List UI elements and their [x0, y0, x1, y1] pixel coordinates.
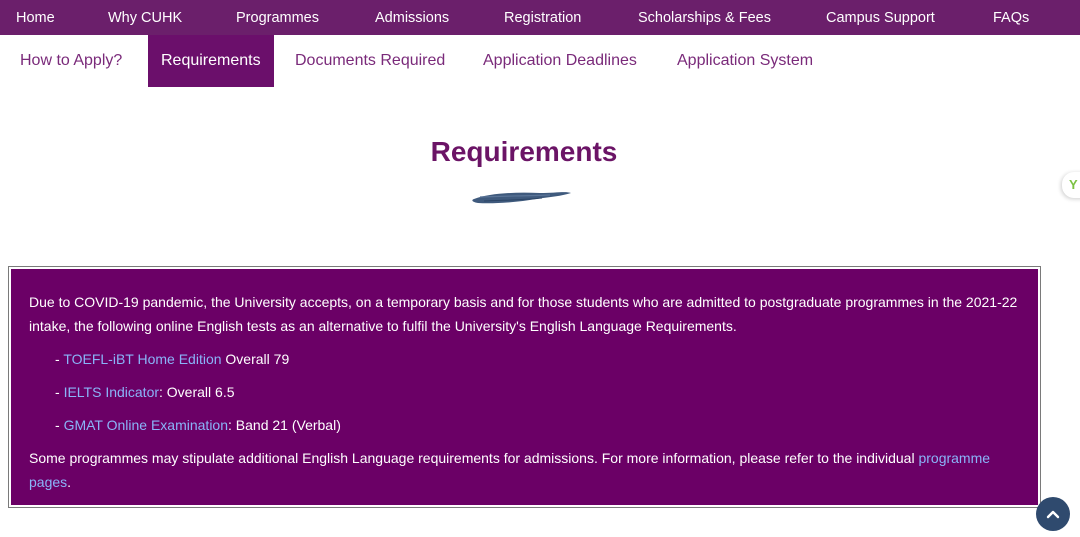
- nav-scholarships-fees[interactable]: Scholarships & Fees: [638, 10, 771, 26]
- admissions-subnav: How to Apply? Requirements Documents Req…: [0, 35, 1080, 87]
- ielts-indicator-link[interactable]: IELTS Indicator: [64, 384, 159, 400]
- notice-intro: Due to COVID-19 pandemic, the University…: [29, 294, 1018, 334]
- notice-content: Due to COVID-19 pandemic, the University…: [11, 269, 1038, 505]
- page-title: Requirements: [430, 136, 618, 167]
- nav-registration[interactable]: Registration: [504, 10, 581, 26]
- tab-application-deadlines[interactable]: Application Deadlines: [483, 35, 637, 87]
- scroll-to-top-button[interactable]: [1036, 497, 1070, 531]
- brush-stroke-divider-icon: [472, 192, 571, 204]
- english-requirements-notice: Due to COVID-19 pandemic, the University…: [8, 266, 1041, 508]
- tab-application-system[interactable]: Application System: [677, 35, 813, 87]
- tab-documents-required[interactable]: Documents Required: [295, 35, 445, 87]
- ielts-score: Overall 6.5: [166, 384, 235, 400]
- side-floating-tab[interactable]: Y: [1062, 172, 1080, 198]
- list-prefix: -: [55, 384, 64, 400]
- outro-text: Some programmes may stipulate additional…: [29, 450, 919, 466]
- notice-outro: Some programmes may stipulate additional…: [29, 446, 1020, 494]
- gmat-online-link[interactable]: GMAT Online Examination: [64, 417, 228, 433]
- chevron-up-icon: [1046, 510, 1060, 519]
- gmat-score: Band 21 (Verbal): [235, 417, 341, 433]
- list-separator: :: [159, 384, 167, 400]
- outro-end: .: [67, 474, 72, 490]
- toefl-score: Overall 79: [225, 351, 290, 367]
- list-prefix: -: [55, 417, 64, 433]
- side-tab-label: Y: [1069, 177, 1078, 192]
- toefl-home-edition-link[interactable]: TOEFL-iBT Home Edition: [63, 351, 221, 367]
- list-item: - GMAT Online Examination: Band 21 (Verb…: [29, 413, 1020, 437]
- tab-how-to-apply[interactable]: How to Apply?: [20, 35, 122, 87]
- list-item: - TOEFL-iBT Home Edition Overall 79: [29, 347, 1020, 371]
- list-separator: :: [228, 417, 236, 433]
- nav-programmes[interactable]: Programmes: [236, 10, 319, 26]
- nav-faqs[interactable]: FAQs: [993, 10, 1029, 26]
- nav-campus-support[interactable]: Campus Support: [826, 10, 935, 26]
- top-navigation: Home Why CUHK Programmes Admissions Regi…: [0, 0, 1080, 35]
- tab-requirements[interactable]: Requirements: [148, 35, 274, 87]
- nav-why-cuhk[interactable]: Why CUHK: [108, 10, 182, 26]
- nav-home[interactable]: Home: [16, 10, 55, 26]
- list-item: - IELTS Indicator: Overall 6.5: [29, 380, 1020, 404]
- nav-admissions[interactable]: Admissions: [375, 10, 449, 26]
